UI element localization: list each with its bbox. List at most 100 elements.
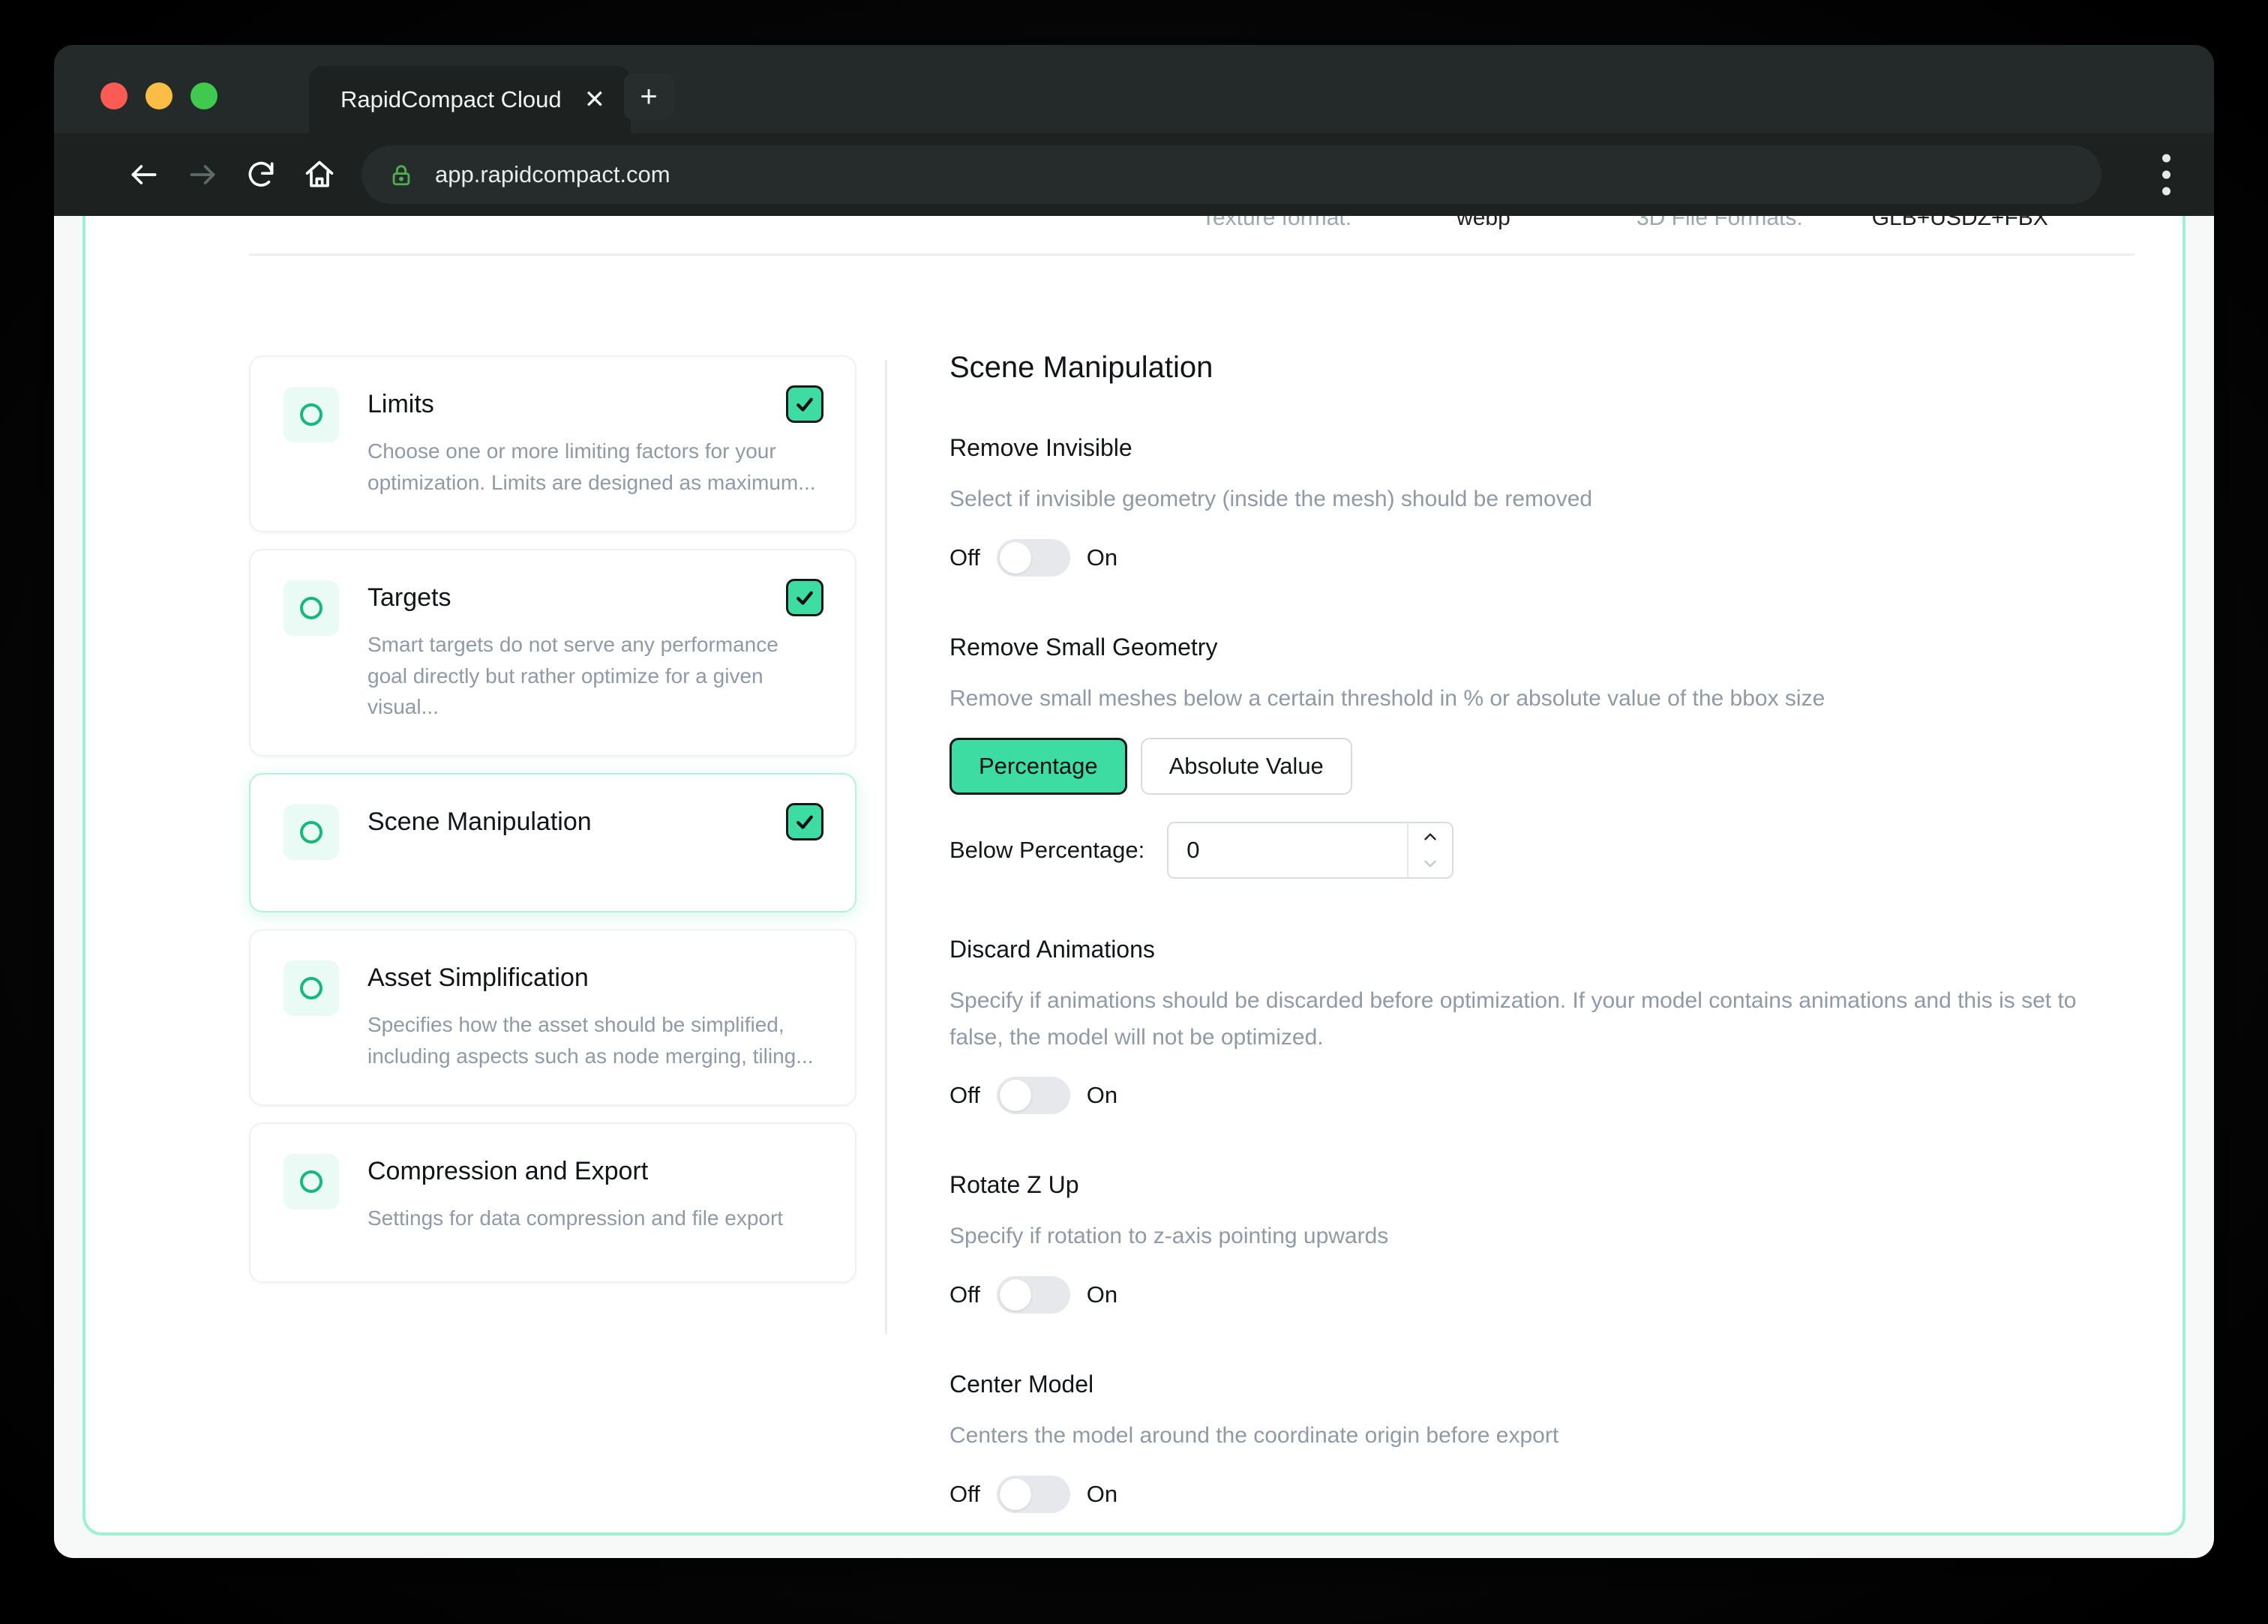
option-card-description: Smart targets do not serve any performan… [368,633,778,718]
circle-icon [284,1154,339,1210]
address-url-text: app.rapidcompact.com [435,161,670,187]
percentage-mode-button[interactable]: Percentage [950,738,1127,796]
option-card-asset-simplification[interactable]: Asset Simplification Specifies how the a… [249,929,856,1107]
option-card-title: Scene Manipulation [368,808,592,837]
option-card-title: Targets [368,583,452,612]
toggle-knob [999,1478,1031,1510]
option-card-targets[interactable]: Targets Smart targets do not serve any p… [249,548,856,757]
home-icon[interactable] [296,151,344,199]
setting-description: Remove small meshes below a certain thre… [950,685,1826,711]
setting-description: Specify if rotation to z-axis pointing u… [950,1224,1389,1249]
toggle-knob [999,541,1031,574]
browser-window: RapidCompact Cloud ✕ + app.rapidcompact.… [54,45,2214,1558]
file-formats-label: 3D File Formats: [1636,216,1803,230]
option-card-scene-manipulation[interactable]: Scene Manipulation [249,773,856,913]
toggle-knob [999,1080,1031,1112]
toggle-on-label: On [1086,1281,1118,1308]
option-card-checkbox[interactable] [786,803,824,841]
minimize-window-button[interactable] [146,82,172,109]
summary-file-formats: 3D File Formats: GLB+USDZ+FBX [1636,216,2048,231]
circle-icon [284,805,339,861]
spinner-down-icon[interactable] [1408,850,1452,877]
horizontal-divider [249,253,2134,256]
toggle-off-label: Off [950,1082,980,1109]
setting-remove-small-geometry: Remove Small Geometry Remove small meshe… [950,634,2100,879]
option-card-title: Limits [368,390,434,418]
check-icon [796,397,813,412]
toggle-row: Off On [950,538,2100,577]
column-divider [885,360,887,1335]
toggle-on-label: On [1086,1082,1118,1109]
circle-icon [284,960,339,1017]
page-viewport: Texture format: webp 3D File Formats: GL… [54,216,2214,1558]
close-tab-icon[interactable]: ✕ [584,87,606,112]
maximize-window-button[interactable] [190,82,218,109]
browser-menu-icon[interactable] [2162,154,2170,196]
settings-panel: Scene Manipulation Remove Invisible Sele… [950,351,2100,1558]
circle-icon [284,387,339,442]
option-card-checkbox[interactable] [786,385,824,423]
summary-row: Texture format: webp 3D File Formats: GL… [86,216,2182,240]
address-bar[interactable]: app.rapidcompact.com [362,145,2102,204]
texture-format-label: Texture format: [1202,216,1352,230]
browser-tab[interactable]: RapidCompact Cloud ✕ [309,66,632,133]
option-card-compression-and-export[interactable]: Compression and Export Settings for data… [249,1122,856,1284]
toggle-knob [999,1278,1031,1311]
number-spinner [1407,823,1452,878]
setting-description: Select if invisible geometry (inside the… [950,487,1593,511]
option-card-limits[interactable]: Limits Choose one or more limiting facto… [249,355,856,532]
toggle-off-label: Off [950,1281,980,1308]
below-percentage-row: Below Percentage: 0 [950,822,2100,879]
lock-icon [392,165,410,186]
below-percentage-input[interactable]: 0 [1167,822,1454,879]
browser-tab-strip: RapidCompact Cloud ✕ + [54,45,2214,133]
reload-icon[interactable] [237,151,285,199]
setting-description: Centers the model around the coordinate … [950,1422,1559,1448]
center-model-toggle[interactable] [996,1475,1070,1513]
toggle-row: Off On [950,1077,2100,1115]
setting-label: Remove Small Geometry [950,633,1218,661]
summary-texture-format: Texture format: webp [1202,216,1510,231]
texture-format-value: webp [1456,216,1510,230]
tab-title: RapidCompact Cloud [340,86,562,112]
toggle-off-label: Off [950,1480,980,1507]
toggle-on-label: On [1086,1480,1118,1507]
toggle-row: Off On [950,1275,2100,1314]
check-icon [796,816,813,829]
option-card-list: Limits Choose one or more limiting facto… [249,355,856,1299]
forward-icon[interactable] [178,151,226,199]
check-icon [796,591,813,605]
toggle-off-label: Off [950,544,980,571]
below-percentage-label: Below Percentage: [950,837,1145,864]
file-formats-value: GLB+USDZ+FBX [1871,216,2048,230]
option-card-title: Compression and Export [368,1157,649,1186]
setting-remove-invisible: Remove Invisible Select if invisible geo… [950,434,2100,577]
discard-animations-toggle[interactable] [996,1077,1070,1115]
screen-background: RapidCompact Cloud ✕ + app.rapidcompact.… [0,0,2268,1624]
setting-center-model: Center Model Centers the model around th… [950,1371,2100,1513]
rotate-z-up-toggle[interactable] [996,1275,1070,1314]
option-card-description: Specifies how the asset should be simpli… [368,1013,814,1068]
back-icon[interactable] [120,151,168,199]
new-tab-button[interactable]: + [624,73,674,120]
setting-discard-animations: Discard Animations Specify if animations… [950,936,2100,1115]
remove-invisible-toggle[interactable] [996,538,1070,577]
setting-description: Specify if animations should be discarde… [950,988,2077,1050]
page-content: Texture format: webp 3D File Formats: GL… [82,216,2186,1536]
toggle-row: Off On [950,1475,2100,1513]
threshold-mode-group: Percentage Absolute Value [950,738,2100,796]
setting-label: Center Model [950,1370,1094,1398]
browser-toolbar: app.rapidcompact.com [54,133,2214,216]
spinner-up-icon[interactable] [1408,823,1452,850]
setting-label: Discard Animations [950,936,1155,963]
window-controls [100,82,218,109]
main-area: Limits Choose one or more limiting facto… [86,279,2182,1533]
below-percentage-value: 0 [1186,837,1200,864]
close-window-button[interactable] [100,82,128,109]
toggle-on-label: On [1086,544,1118,571]
option-card-checkbox[interactable] [786,578,824,616]
panel-title: Scene Manipulation [950,351,1214,384]
circle-icon [284,580,339,636]
absolute-value-mode-button[interactable]: Absolute Value [1140,738,1352,796]
setting-label: Remove Invisible [950,434,1132,461]
